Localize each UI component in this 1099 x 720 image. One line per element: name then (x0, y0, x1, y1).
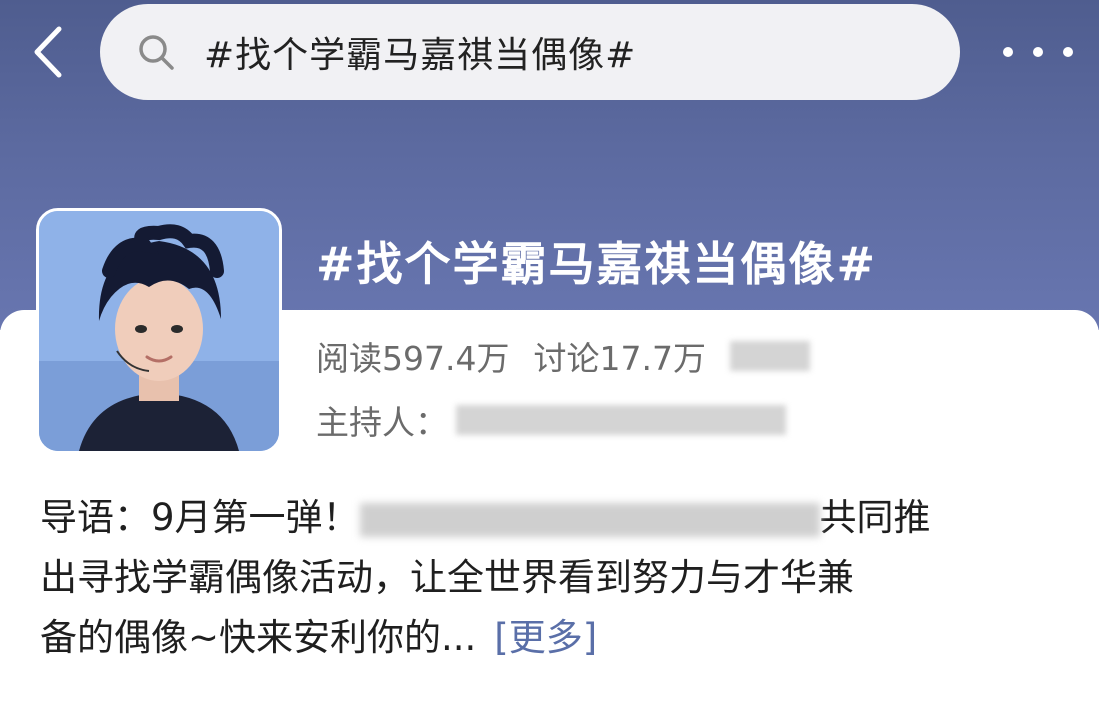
host-label: 主持人： (316, 403, 448, 442)
intro-line-2: 出寻找学霸偶像活动，让全世界看到努力与才华兼 (40, 556, 854, 599)
topic-host: 主持人： (316, 396, 786, 444)
topic-avatar[interactable] (36, 208, 282, 454)
back-arrow-icon (34, 26, 62, 78)
search-query[interactable]: #找个学霸马嘉祺当偶像# (204, 26, 636, 78)
portrait-image (39, 211, 279, 451)
topic-title: #找个学霸马嘉祺当偶像# (316, 237, 878, 291)
topic-intro: 导语：9月第一弹！ 共同推 出寻找学霸偶像活动，让全世界看到努力与才华兼 备的偶像… (40, 488, 1070, 668)
topic-stats: 阅读597.4万 讨论17.7万 (316, 332, 810, 380)
search-icon (136, 32, 176, 72)
search-bar[interactable]: #找个学霸马嘉祺当偶像# (100, 4, 960, 100)
more-menu-button[interactable] (995, 30, 1081, 74)
back-button[interactable] (22, 22, 74, 82)
discuss-count: 讨论17.7万 (533, 339, 706, 378)
redacted-stat (729, 341, 810, 371)
redacted-text (359, 502, 820, 537)
intro-line-1: 导语：9月第一弹！ 共同推 (40, 496, 931, 539)
more-link[interactable]: [更多] (494, 616, 597, 659)
redacted-host-name[interactable] (456, 405, 786, 435)
intro-line-3: 备的偶像~快来安利你的... [更多] (40, 616, 598, 659)
read-count: 阅读597.4万 (316, 339, 510, 378)
more-dots-icon (1003, 47, 1013, 57)
